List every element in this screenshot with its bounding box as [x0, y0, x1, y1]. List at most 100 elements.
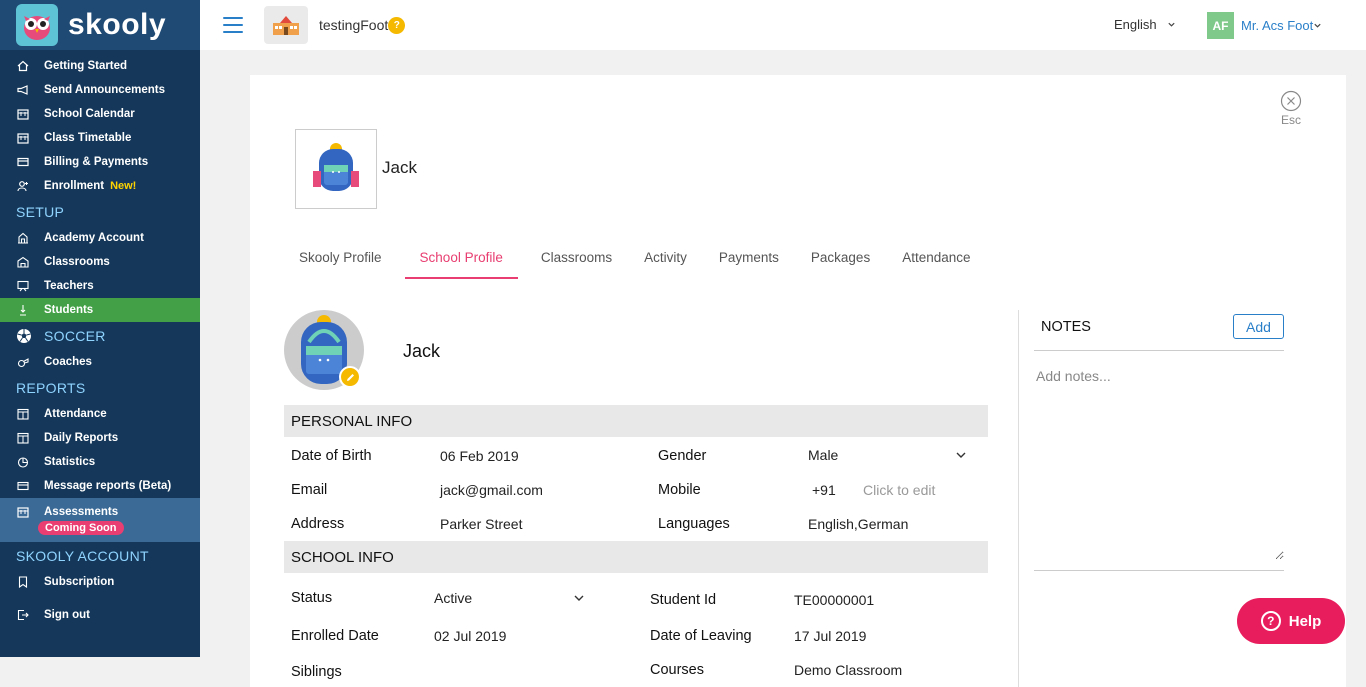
sidebar: skooly Getting Started Send Announcement… — [0, 0, 200, 657]
chevron-down-icon — [1168, 22, 1175, 27]
add-note-button[interactable]: Add — [1233, 314, 1284, 339]
classroom-icon — [16, 255, 30, 269]
pencil-icon[interactable] — [339, 366, 361, 388]
sidebar-item-assessments[interactable]: Assessments Coming Soon — [0, 498, 200, 542]
sidebar-item-subscription[interactable]: Subscription — [0, 570, 200, 594]
header-student-name: Jack — [382, 158, 417, 177]
student-id-label: Student Id — [650, 592, 717, 608]
tab-payments[interactable]: Payments — [710, 240, 788, 279]
menu-icon[interactable] — [223, 17, 243, 33]
date-of-leaving-label: Date of Leaving — [650, 628, 752, 644]
section-skooly-account: SKOOLY ACCOUNT — [16, 548, 149, 564]
gender-label: Gender — [658, 448, 707, 464]
student-icon — [16, 303, 30, 317]
sidebar-item-getting-started[interactable]: Getting Started — [0, 54, 200, 78]
esc-label: Esc — [1281, 113, 1302, 127]
tab-school-profile[interactable]: School Profile — [404, 240, 518, 279]
student-profile-card: Esc Jack Skooly Profile School Profile C… — [250, 75, 1346, 687]
chevron-down-icon[interactable] — [573, 592, 585, 604]
calendar-icon — [16, 131, 30, 145]
calendar-icon — [16, 107, 30, 121]
address-label: Address — [291, 516, 345, 532]
brand[interactable]: skooly — [0, 0, 200, 50]
tab-packages[interactable]: Packages — [802, 240, 879, 279]
student-id-value: TE00000001 — [794, 592, 875, 608]
email-label: Email — [291, 482, 328, 498]
sidebar-item-sign-out[interactable]: Sign out — [0, 603, 200, 627]
message-icon — [16, 479, 30, 493]
home-icon — [16, 59, 30, 73]
language-select[interactable]: English — [1114, 17, 1176, 32]
sidebar-item-billing-payments[interactable]: Billing & Payments — [0, 150, 200, 174]
report-icon — [16, 431, 30, 445]
courses-label: Courses — [650, 662, 704, 678]
new-badge: New! — [110, 180, 137, 192]
calendar-icon — [16, 505, 30, 519]
mobile-country-code[interactable]: +91 — [812, 482, 836, 498]
avatar: AF — [1207, 12, 1234, 39]
enrolled-date-value[interactable]: 02 Jul 2019 — [434, 628, 506, 644]
section-soccer: SOCCER — [0, 322, 200, 350]
courses-value: Demo Classroom — [794, 662, 903, 678]
email-value[interactable]: jack@gmail.com — [440, 482, 543, 498]
notes-bottom-rule — [1034, 570, 1284, 571]
section-setup: SETUP — [16, 204, 65, 220]
chevron-down-icon — [1314, 23, 1321, 28]
report-icon — [16, 407, 30, 421]
tab-activity[interactable]: Activity — [635, 240, 696, 279]
personal-info-header: PERSONAL INFO — [284, 405, 988, 437]
sidebar-item-statistics[interactable]: Statistics — [0, 450, 200, 474]
status-label: Status — [291, 590, 333, 606]
notes-input[interactable] — [1034, 360, 1284, 560]
tab-classrooms[interactable]: Classrooms — [532, 240, 621, 279]
sidebar-item-daily-reports[interactable]: Daily Reports — [0, 426, 200, 450]
sidebar-item-teachers[interactable]: Teachers — [0, 274, 200, 298]
owl-logo-icon — [16, 4, 58, 46]
profile-tabs: Skooly Profile School Profile Classrooms… — [290, 240, 994, 279]
notes-divider — [1018, 310, 1019, 687]
enrolled-date-label: Enrolled Date — [291, 628, 379, 644]
card-icon — [16, 155, 30, 169]
teacher-icon — [16, 279, 30, 293]
gender-select[interactable]: Male — [808, 447, 838, 463]
mobile-label: Mobile — [658, 482, 701, 498]
address-value[interactable]: Parker Street — [440, 516, 522, 532]
notes-title: NOTES — [1041, 319, 1091, 335]
school-info-header: SCHOOL INFO — [284, 541, 988, 573]
languages-value[interactable]: English,German — [808, 516, 908, 532]
dob-value[interactable]: 06 Feb 2019 — [440, 448, 519, 464]
date-of-leaving-value[interactable]: 17 Jul 2019 — [794, 628, 866, 644]
sidebar-item-school-calendar[interactable]: School Calendar — [0, 102, 200, 126]
help-hint-icon[interactable]: ? — [388, 16, 406, 34]
sidebar-item-enrollment[interactable]: Enrollment New! — [0, 174, 200, 198]
student-name: Jack — [403, 341, 441, 361]
chevron-down-icon[interactable] — [955, 449, 967, 461]
sidebar-item-classrooms[interactable]: Classrooms — [0, 250, 200, 274]
school-logo-icon[interactable] — [264, 6, 308, 44]
dob-label: Date of Birth — [291, 448, 372, 464]
languages-label: Languages — [658, 516, 730, 532]
sidebar-item-message-reports[interactable]: Message reports (Beta) — [0, 474, 200, 498]
status-select[interactable]: Active — [434, 590, 472, 606]
help-button[interactable]: ? Help — [1237, 598, 1345, 644]
backpack-image — [295, 129, 377, 209]
user-add-icon — [16, 179, 30, 193]
sidebar-item-coaches[interactable]: Coaches — [0, 350, 200, 374]
sidebar-item-academy-account[interactable]: Academy Account — [0, 226, 200, 250]
signout-icon — [16, 608, 30, 622]
mobile-input[interactable]: Click to edit — [863, 482, 935, 498]
close-icon[interactable] — [1280, 90, 1302, 112]
user-name: Mr. Acs Foot — [1241, 18, 1314, 33]
sidebar-item-class-timetable[interactable]: Class Timetable — [0, 126, 200, 150]
brand-name: skooly — [68, 8, 167, 41]
soccer-ball-icon — [17, 329, 31, 343]
tab-attendance[interactable]: Attendance — [893, 240, 979, 279]
sidebar-item-students[interactable]: Students — [0, 298, 200, 322]
sidebar-item-send-announcements[interactable]: Send Announcements — [0, 78, 200, 102]
section-reports: REPORTS — [16, 380, 86, 396]
sidebar-item-attendance[interactable]: Attendance — [0, 402, 200, 426]
school-name[interactable]: testingFoot — [319, 17, 388, 33]
coming-soon-badge: Coming Soon — [38, 521, 124, 535]
user-menu[interactable]: AF Mr. Acs Foot — [1207, 12, 1322, 39]
tab-skooly-profile[interactable]: Skooly Profile — [290, 240, 391, 279]
